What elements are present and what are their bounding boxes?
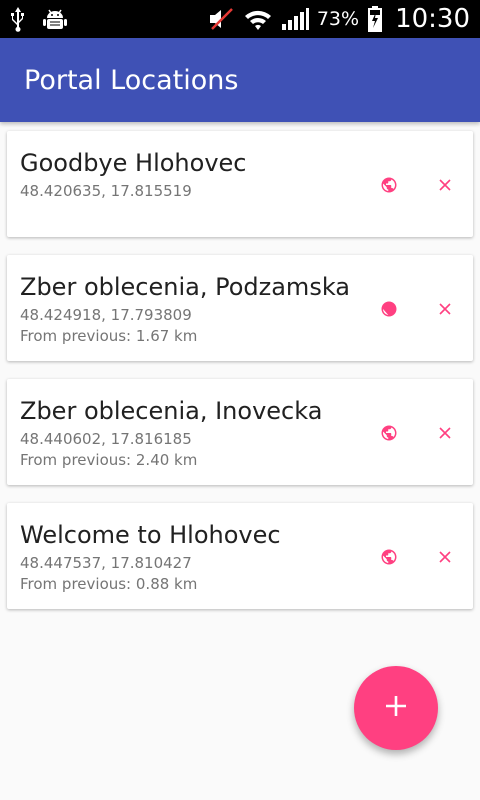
battery-charging-icon: [367, 5, 383, 33]
location-card[interactable]: Goodbye Hlohovec 48.420635, 17.815519: [7, 131, 473, 237]
usb-icon: [10, 6, 26, 32]
clock: 10:30: [395, 4, 470, 34]
signal-icon: [281, 6, 309, 32]
location-distance: From previous: 2.40 km: [20, 451, 198, 469]
location-list: Goodbye Hlohovec 48.420635, 17.815519 Zb…: [7, 131, 473, 627]
page-title: Portal Locations: [24, 64, 239, 96]
app-bar: Portal Locations: [0, 38, 480, 122]
plus-icon: [383, 693, 409, 723]
add-location-button[interactable]: [354, 666, 438, 750]
close-icon[interactable]: [433, 297, 457, 321]
location-distance: From previous: 1.67 km: [20, 327, 198, 345]
globe-icon[interactable]: [377, 173, 401, 197]
close-icon[interactable]: [433, 545, 457, 569]
android-debug-icon: [42, 6, 68, 32]
globe-icon[interactable]: [377, 545, 401, 569]
wifi-icon: [243, 6, 273, 32]
location-card[interactable]: Zber oblecenia, Inovecka 48.440602, 17.8…: [7, 379, 473, 485]
close-icon[interactable]: [433, 421, 457, 445]
globe-icon[interactable]: [377, 297, 401, 321]
location-card[interactable]: Welcome to Hlohovec 48.447537, 17.810427…: [7, 503, 473, 609]
status-bar: 73% 10:30: [0, 0, 480, 38]
globe-icon[interactable]: [377, 421, 401, 445]
mute-icon: [207, 6, 235, 32]
location-distance: From previous: 0.88 km: [20, 575, 198, 593]
close-icon[interactable]: [433, 173, 457, 197]
battery-percent: 73%: [316, 8, 360, 30]
location-card[interactable]: Zber oblecenia, Podzamska 48.424918, 17.…: [7, 255, 473, 361]
